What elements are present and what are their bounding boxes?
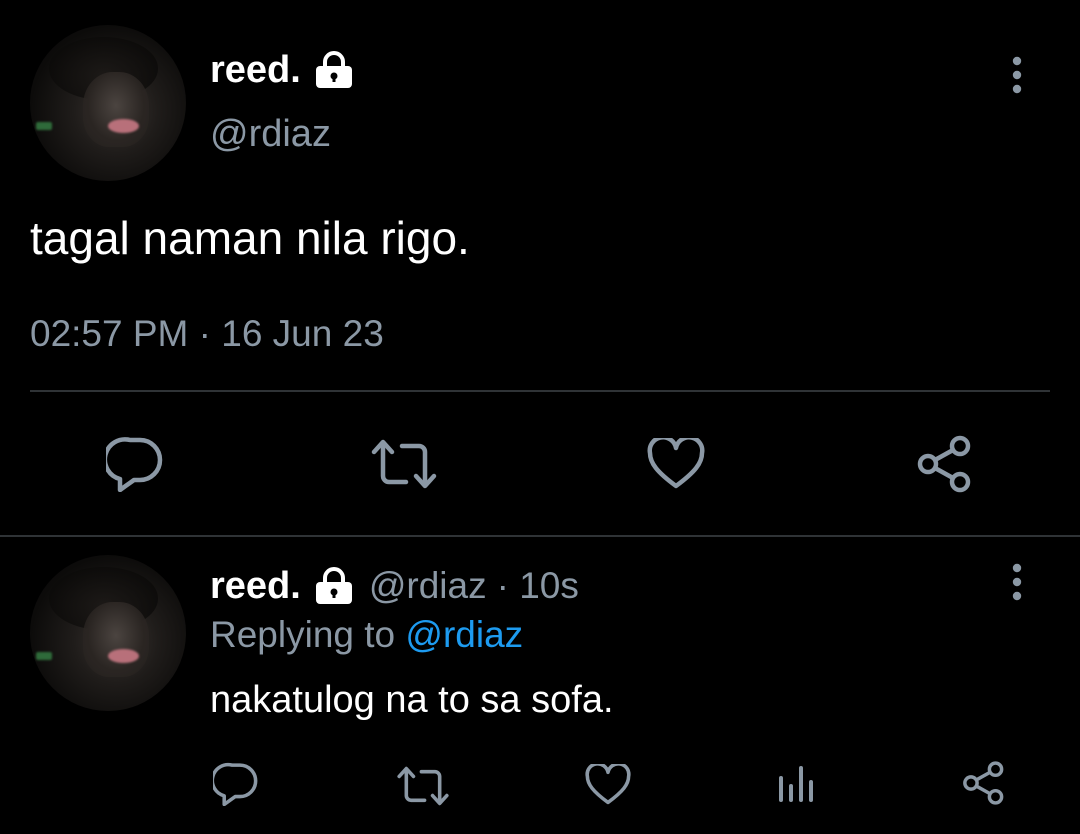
replying-to-handle-link[interactable]: @rdiaz [405, 614, 523, 655]
analytics-icon[interactable] [776, 764, 816, 804]
main-tweet-handle[interactable]: @rdiaz [210, 112, 331, 156]
replying-to-line: Replying to @rdiaz [210, 613, 523, 657]
more-options-icon[interactable] [1000, 55, 1034, 95]
retweet-icon[interactable] [370, 438, 438, 490]
reply-tweet-header: reed. @rdiaz · 10s [210, 562, 579, 610]
reply-tweet-handle[interactable]: @rdiaz [369, 565, 487, 607]
main-tweet-text: tagal naman nila rigo. [30, 212, 470, 264]
tweets-separator [0, 535, 1080, 537]
retweet-icon[interactable] [396, 765, 450, 807]
reply-tweet-display-name[interactable]: reed. [210, 565, 301, 608]
main-tweet-divider [30, 390, 1050, 392]
reply-tweet-time[interactable]: · 10s [497, 565, 579, 607]
like-icon[interactable] [585, 764, 631, 806]
main-tweet-header: reed. [210, 45, 355, 95]
reply-icon[interactable] [213, 762, 259, 806]
lock-icon [313, 51, 355, 89]
reply-tweet-text: nakatulog na to sa sofa. [210, 679, 614, 721]
main-tweet-display-name[interactable]: reed. [210, 49, 301, 92]
reply-icon[interactable] [106, 436, 164, 492]
share-icon[interactable] [960, 760, 1008, 806]
main-tweet-timestamp[interactable]: 02:57 PM · 16 Jun 23 [30, 312, 384, 356]
reply-tweet-avatar[interactable] [30, 555, 186, 711]
like-icon[interactable] [647, 438, 705, 490]
more-options-icon[interactable] [1000, 562, 1034, 602]
replying-to-prefix: Replying to [210, 614, 396, 655]
share-icon[interactable] [914, 434, 976, 494]
main-tweet-avatar[interactable] [30, 25, 186, 181]
lock-icon [313, 567, 355, 605]
